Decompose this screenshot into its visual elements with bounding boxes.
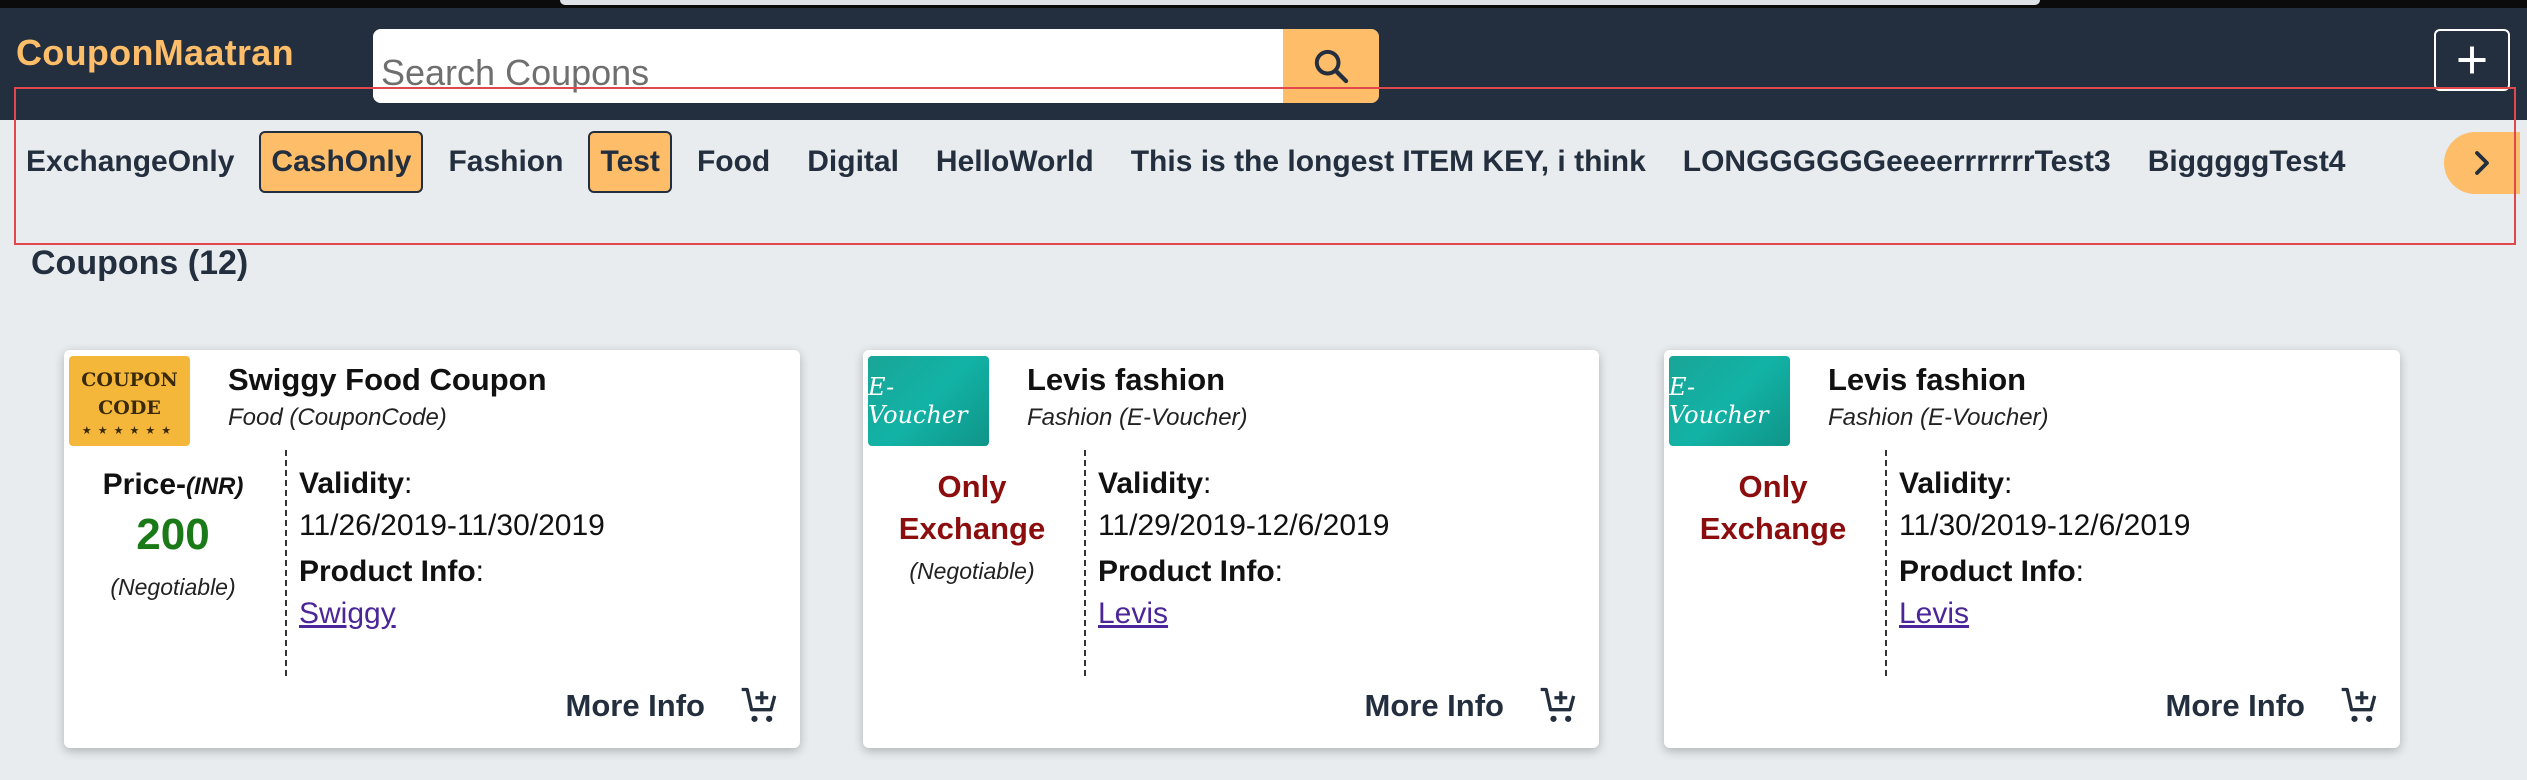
- e-voucher-thumbnail: E-Voucher: [868, 356, 989, 446]
- product-info-label: Product Info:: [299, 555, 484, 588]
- column-divider: [1885, 450, 1887, 676]
- column-divider: [1084, 450, 1086, 676]
- search-icon: [1314, 49, 1349, 84]
- price-label: Price-(INR): [64, 468, 282, 502]
- search-input[interactable]: [373, 29, 1283, 103]
- product-info-label-text: Product Info: [299, 555, 476, 588]
- validity-value: 11/30/2019-12/6/2019: [1899, 509, 2191, 542]
- column-divider: [285, 450, 287, 676]
- thumbnail-text-line1: COUPON: [81, 368, 178, 391]
- validity-label-text: Validity: [299, 467, 405, 500]
- product-info-label-text: Product Info: [1899, 555, 2076, 588]
- add-to-cart-button[interactable]: [1535, 682, 1583, 730]
- category-scroll-right-button[interactable]: [2444, 132, 2520, 194]
- validity-label: Validity:: [1098, 467, 1212, 500]
- add-to-cart-button[interactable]: [2336, 682, 2384, 730]
- coupon-code-thumbnail: COUPON CODE ★★★★★★: [69, 356, 190, 446]
- add-to-cart-button[interactable]: [736, 682, 784, 730]
- category-digital[interactable]: Digital: [795, 131, 911, 193]
- validity-label-text: Validity: [1899, 467, 2005, 500]
- coupon-card[interactable]: E-Voucher Levis fashion Fashion (E-Vouch…: [1664, 350, 2400, 748]
- brand-logo[interactable]: CouponMaatran: [16, 32, 294, 74]
- category-helloworld[interactable]: HelloWorld: [924, 131, 1106, 193]
- coupon-title[interactable]: Levis fashion: [1828, 362, 2026, 398]
- coupons-heading: Coupons (12): [31, 244, 249, 282]
- search-bar: [373, 29, 1379, 103]
- negotiable-label: (Negotiable): [909, 558, 1035, 584]
- window-top-strip: [0, 0, 2527, 8]
- product-info-label-text: Product Info: [1098, 555, 1275, 588]
- category-bar: ExchangeOnly CashOnly Fashion Test Food …: [0, 120, 2527, 204]
- add-to-cart-icon: [1540, 687, 1576, 722]
- coupon-title[interactable]: Levis fashion: [1027, 362, 1225, 398]
- validity-label: Validity:: [299, 467, 413, 500]
- category-biggtest4[interactable]: BigggggTest4: [2136, 131, 2358, 193]
- price-label-text: Price-: [102, 468, 187, 501]
- category-longtest3[interactable]: LONGGGGGGeeeerrrrrrrTest3: [1671, 131, 2123, 193]
- add-to-cart-icon: [741, 687, 777, 722]
- thumbnail-stars: ★★★★★★: [81, 424, 178, 437]
- thumbnail-text: E-Voucher: [868, 373, 968, 429]
- validity-value: 11/29/2019-12/6/2019: [1098, 509, 1390, 542]
- more-info-button[interactable]: More Info: [1365, 688, 1505, 724]
- category-test[interactable]: Test: [588, 131, 672, 193]
- exchange-line1: Only: [1738, 469, 1808, 504]
- product-link[interactable]: Levis: [1098, 597, 1168, 631]
- thumbnail-text: E-Voucher: [1669, 373, 1769, 429]
- category-cashonly[interactable]: CashOnly: [259, 131, 424, 193]
- coupon-subtitle: Fashion (E-Voucher): [1027, 404, 1248, 431]
- add-coupon-button[interactable]: [2434, 29, 2510, 91]
- exchange-line1: Only: [937, 469, 1007, 504]
- details-section: Validity: 11/30/2019-12/6/2019 Product I…: [1899, 467, 2190, 631]
- exchange-section: Only Exchange (Negotiable): [863, 466, 1081, 585]
- coupon-card[interactable]: COUPON CODE ★★★★★★ Swiggy Food Coupon Fo…: [64, 350, 800, 748]
- coupon-subtitle: Food (CouponCode): [228, 404, 447, 431]
- category-fashion[interactable]: Fashion: [436, 131, 575, 193]
- details-section: Validity: 11/29/2019-12/6/2019 Product I…: [1098, 467, 1389, 631]
- validity-value: 11/26/2019-11/30/2019: [299, 509, 605, 542]
- exchange-section: Only Exchange: [1664, 466, 1882, 550]
- category-exchangeonly[interactable]: ExchangeOnly: [14, 131, 246, 193]
- product-link[interactable]: Levis: [1899, 597, 1969, 631]
- coupon-card[interactable]: E-Voucher Levis fashion Fashion (E-Vouch…: [863, 350, 1599, 748]
- more-info-button[interactable]: More Info: [2166, 688, 2306, 724]
- coupon-title[interactable]: Swiggy Food Coupon: [228, 362, 547, 398]
- price-currency: (INR): [186, 473, 244, 500]
- negotiable-label: (Negotiable): [110, 574, 236, 600]
- product-info-label: Product Info:: [1899, 555, 2084, 588]
- e-voucher-thumbnail: E-Voucher: [1669, 356, 1790, 446]
- search-button[interactable]: [1283, 29, 1379, 103]
- validity-label-text: Validity: [1098, 467, 1204, 500]
- product-info-label: Product Info:: [1098, 555, 1283, 588]
- app-header: CouponMaatran: [0, 8, 2527, 120]
- validity-label: Validity:: [1899, 467, 2013, 500]
- more-info-button[interactable]: More Info: [566, 688, 706, 724]
- category-food[interactable]: Food: [685, 131, 782, 193]
- exchange-line2: Exchange: [898, 511, 1046, 546]
- product-link[interactable]: Swiggy: [299, 597, 396, 631]
- add-to-cart-icon: [2341, 687, 2377, 722]
- chevron-right-icon: [2475, 151, 2489, 175]
- price-value: 200: [136, 510, 210, 559]
- window-top-bar: [560, 0, 2040, 5]
- details-section: Validity: 11/26/2019-11/30/2019 Product …: [299, 467, 605, 631]
- plus-icon: [2458, 46, 2486, 74]
- coupon-subtitle: Fashion (E-Voucher): [1828, 404, 2049, 431]
- exchange-line2: Exchange: [1699, 511, 1847, 546]
- thumbnail-text-line2: CODE: [98, 396, 161, 419]
- category-longest-item-key[interactable]: This is the longest ITEM KEY, i think: [1119, 131, 1658, 193]
- price-section: Price-(INR) 200 (Negotiable): [64, 468, 282, 601]
